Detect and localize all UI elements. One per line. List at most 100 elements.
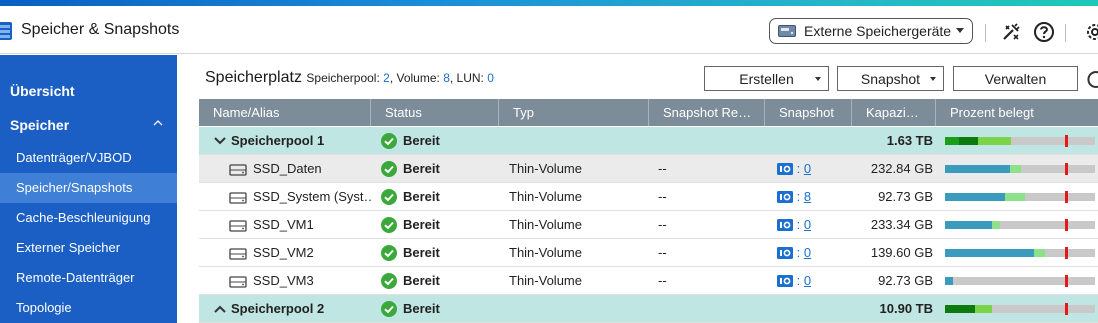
snapshot-count-link[interactable]: 8 — [804, 189, 811, 204]
col-header-name[interactable]: Name/Alias — [199, 99, 371, 126]
volume-name-text: SSD_VM1 — [253, 217, 314, 232]
threshold-marker — [1065, 135, 1068, 147]
col-header-type[interactable]: Typ — [499, 99, 649, 126]
snapshot-cell: : 0 — [777, 211, 847, 239]
pool-row[interactable]: Speicherpool 1 Bereit 1.63 TB — [199, 127, 1098, 155]
status-text: Bereit — [403, 217, 440, 232]
usage-bar-segment — [945, 249, 1034, 257]
sidebar-item-externer-speicher[interactable]: Externer Speicher — [0, 233, 177, 263]
drive-icon — [778, 25, 796, 37]
app-title: Speicher & Snapshots — [21, 21, 180, 38]
lun-label: , LUN: — [449, 71, 488, 85]
type-cell: Thin-Volume — [509, 245, 582, 260]
manage-button[interactable]: Verwalten — [953, 66, 1078, 91]
chevron-down-icon — [815, 77, 821, 81]
create-label: Erstellen — [739, 70, 794, 87]
snapshot-count-link[interactable]: 0 — [804, 161, 811, 176]
table-row[interactable]: SSD_VM1 Bereit Thin-Volume -- : 0 233.34 GB — [199, 211, 1098, 239]
sidebar-item-datentraeger[interactable]: Datenträger/VJBOD — [0, 143, 177, 173]
usage-bar — [945, 135, 1095, 147]
sidebar-item-topologie[interactable]: Topologie — [0, 293, 177, 323]
external-storage-dropdown[interactable]: Externe Speichergeräte — [769, 18, 973, 44]
volume-name: SSD_VM3 — [229, 267, 371, 295]
capacity-cell: 139.60 GB — [870, 245, 933, 260]
sidebar-item-uebersicht[interactable]: Übersicht — [0, 79, 177, 103]
sidebar-item-cache[interactable]: Cache-Beschleunigung — [0, 203, 177, 233]
snapshot-label: Snapshot — [860, 70, 921, 87]
sidebar-item-label: Speicher/Snapshots — [16, 180, 133, 195]
sidebar-item-speicher-snapshots[interactable]: Speicher/Snapshots — [0, 173, 177, 203]
snapshot-separator: : — [793, 189, 804, 204]
usage-bar — [945, 275, 1095, 287]
status-text: Bereit — [403, 161, 440, 176]
usage-bar-segment — [945, 277, 953, 285]
threshold-marker — [1065, 247, 1068, 259]
pool-name-text: Speicherpool 2 — [231, 301, 325, 316]
type-cell: Thin-Volume — [509, 161, 582, 176]
col-header-capacity[interactable]: Kapazi… — [852, 99, 936, 126]
chevron-up-icon — [153, 120, 163, 126]
snapshot-count-link[interactable]: 0 — [804, 245, 811, 260]
lun-count: 0 — [487, 71, 494, 85]
sidebar-item-label: Datenträger/VJBOD — [16, 150, 132, 165]
snapshot-icon — [777, 162, 793, 175]
col-header-usage[interactable]: Prozent belegt — [936, 99, 1098, 126]
page-title: Speicherplatz Speicherpool: 2, Volume: 8… — [205, 69, 494, 87]
snapshot-icon — [777, 274, 793, 287]
status-cell: Bereit — [381, 211, 496, 239]
volume-name-text: SSD_System (Syst… — [253, 189, 371, 204]
threshold-marker — [1065, 163, 1068, 175]
volume-count: 8 — [443, 71, 450, 85]
status-cell: Bereit — [381, 127, 496, 155]
sidebar: Übersicht Speicher Datenträger/VJBOD Spe… — [0, 55, 177, 323]
snapshot-replica-cell: -- — [658, 217, 667, 232]
threshold-marker — [1065, 191, 1068, 203]
sidebar-item-label: Cache-Beschleunigung — [16, 210, 151, 225]
snapshot-count-link[interactable]: 0 — [804, 273, 811, 288]
snapshot-separator: : — [793, 245, 804, 260]
main-panel: Speicherplatz Speicherpool: 2, Volume: 8… — [177, 55, 1098, 323]
pool-row[interactable]: Speicherpool 2 Bereit 10.90 TB — [199, 295, 1098, 323]
col-header-status[interactable]: Status — [371, 99, 499, 126]
volume-name: SSD_System (Syst… — [229, 183, 371, 211]
refresh-icon[interactable] — [1085, 68, 1098, 90]
check-circle-icon — [381, 272, 397, 289]
volume-label: , Volume: — [389, 71, 444, 85]
table-row[interactable]: SSD_Daten Bereit Thin-Volume -- : 0 232.84 G… — [199, 155, 1098, 183]
create-button[interactable]: Erstellen — [704, 66, 829, 91]
sidebar-item-speicher[interactable]: Speicher — [0, 113, 177, 137]
threshold-marker — [1065, 275, 1068, 287]
status-text: Bereit — [403, 301, 440, 316]
usage-bar-segment — [975, 305, 992, 313]
snapshot-button[interactable]: Snapshot — [837, 66, 944, 91]
settings-icon[interactable] — [1084, 21, 1098, 43]
sidebar-item-remote[interactable]: Remote-Datenträger — [0, 263, 177, 293]
snapshot-replica-cell: -- — [658, 161, 667, 176]
table-row[interactable]: SSD_VM2 Bereit Thin-Volume -- : 0 139.60 GB — [199, 239, 1098, 267]
status-cell: Bereit — [381, 239, 496, 267]
snapshot-cell: : 0 — [777, 155, 847, 183]
chevron-up-icon[interactable] — [213, 304, 227, 314]
table-row[interactable]: SSD_VM3 Bereit Thin-Volume -- : 0 92.73 GB — [199, 267, 1098, 295]
tools-icon[interactable] — [1000, 21, 1022, 43]
status-cell: Bereit — [381, 183, 496, 211]
snapshot-replica-cell: -- — [658, 189, 667, 204]
col-header-snapshot[interactable]: Snapshot — [765, 99, 852, 126]
snapshot-count-link[interactable]: 0 — [804, 217, 811, 232]
page-summary: Speicherpool: 2, Volume: 8, LUN: 0 — [306, 71, 494, 85]
status-text: Bereit — [403, 273, 440, 288]
chevron-down-icon[interactable] — [213, 136, 227, 146]
help-icon[interactable] — [1033, 21, 1055, 43]
type-cell: Thin-Volume — [509, 189, 582, 204]
threshold-marker — [1065, 219, 1068, 231]
table-row[interactable]: SSD_System (Syst… Bereit Thin-Volume -- : 8… — [199, 183, 1098, 211]
storage-app-icon — [0, 22, 12, 40]
usage-bar-segment — [1005, 193, 1025, 201]
volume-name-text: SSD_VM2 — [253, 245, 314, 260]
status-text: Bereit — [403, 189, 440, 204]
col-header-snapshot-replica[interactable]: Snapshot Re… — [649, 99, 765, 126]
usage-bar-segment — [945, 221, 992, 229]
volume-name-text: SSD_VM3 — [253, 273, 314, 288]
sidebar-item-label: Speicher — [10, 117, 70, 133]
chevron-down-icon — [956, 28, 964, 33]
